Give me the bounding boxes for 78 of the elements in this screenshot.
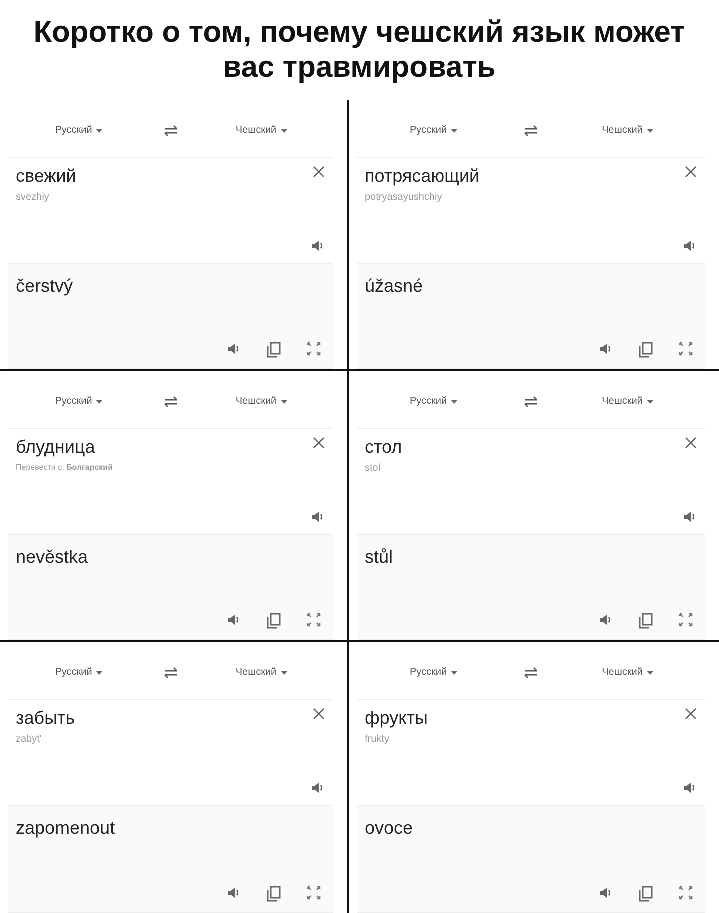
source-language-dropdown[interactable]: Русский xyxy=(53,394,106,409)
speaker-icon[interactable] xyxy=(683,781,697,795)
translation-text: úžasné xyxy=(365,276,424,297)
swap-icon[interactable] xyxy=(162,124,180,136)
target-language-dropdown[interactable]: Чешский xyxy=(600,123,656,138)
expand-icon[interactable] xyxy=(307,342,321,356)
copy-icon[interactable] xyxy=(639,886,653,902)
caret-icon xyxy=(96,400,104,404)
expand-icon[interactable] xyxy=(307,613,321,627)
source-language-dropdown[interactable]: Русский xyxy=(53,123,106,138)
expand-icon[interactable] xyxy=(679,613,693,627)
speaker-icon[interactable] xyxy=(683,239,697,253)
caret-icon xyxy=(451,400,458,404)
target-language-dropdown[interactable]: Чешский xyxy=(234,394,290,409)
source-language-dropdown[interactable]: Русский xyxy=(408,394,460,409)
close-icon[interactable] xyxy=(685,437,697,449)
expand-icon[interactable] xyxy=(679,342,693,356)
source-text: забыть xyxy=(16,708,76,729)
expand-icon[interactable] xyxy=(679,886,693,900)
target-language-dropdown[interactable]: Чешский xyxy=(600,665,656,680)
speaker-icon[interactable] xyxy=(311,510,325,524)
transliteration: potryasayushchiy xyxy=(365,192,444,203)
meme-title: Коротко о том, почему чешский язык может вас травмировать xyxy=(32,15,686,86)
copy-icon[interactable] xyxy=(639,342,653,358)
transliteration: stol xyxy=(365,463,382,474)
speaker-icon[interactable] xyxy=(599,342,613,356)
speaker-icon[interactable] xyxy=(683,510,697,524)
speaker-icon[interactable] xyxy=(311,239,325,253)
close-icon[interactable] xyxy=(685,708,697,720)
target-language-dropdown[interactable]: Чешский xyxy=(600,394,656,409)
close-icon[interactable] xyxy=(313,708,325,720)
source-text: потрясающий xyxy=(365,166,480,187)
copy-icon[interactable] xyxy=(639,613,653,629)
caret-icon xyxy=(451,128,458,132)
caret-icon xyxy=(646,670,654,674)
copy-icon[interactable] xyxy=(267,342,281,358)
caret-icon xyxy=(280,128,288,132)
speaker-icon[interactable] xyxy=(311,781,325,795)
source-text: фрукты xyxy=(365,708,428,729)
swap-icon[interactable] xyxy=(162,396,180,408)
expand-icon[interactable] xyxy=(307,886,321,900)
close-icon[interactable] xyxy=(313,166,325,178)
translation-text: nevěstka xyxy=(16,547,90,568)
swap-icon[interactable] xyxy=(522,124,540,136)
caret-icon xyxy=(646,400,654,404)
source-text: блудница xyxy=(16,437,96,458)
target-language-dropdown[interactable]: Чешский xyxy=(234,123,290,138)
close-icon[interactable] xyxy=(313,437,325,449)
source-text: свежий xyxy=(16,166,76,187)
translation-text: stůl xyxy=(365,547,394,568)
caret-icon xyxy=(96,128,104,132)
swap-icon[interactable] xyxy=(162,666,180,678)
source-language-dropdown[interactable]: Русский xyxy=(408,123,460,138)
copy-icon[interactable] xyxy=(267,613,281,629)
speaker-icon[interactable] xyxy=(227,342,241,356)
caret-icon xyxy=(280,670,288,674)
source-language-dropdown[interactable]: Русский xyxy=(53,665,106,680)
speaker-icon[interactable] xyxy=(227,613,241,627)
source-text: стол xyxy=(365,437,402,458)
speaker-icon[interactable] xyxy=(599,886,613,900)
transliteration: zabyt' xyxy=(16,734,43,745)
swap-icon[interactable] xyxy=(522,396,540,408)
caret-icon xyxy=(96,670,104,674)
translation-text: čerstvý xyxy=(16,276,74,297)
translation-text: zapomenout xyxy=(16,818,116,839)
speaker-icon[interactable] xyxy=(599,613,613,627)
caret-icon xyxy=(646,128,654,132)
transliteration: svezhiy xyxy=(16,192,50,203)
caret-icon xyxy=(280,400,288,404)
close-icon[interactable] xyxy=(685,166,697,178)
source-language-dropdown[interactable]: Русский xyxy=(408,665,460,680)
copy-icon[interactable] xyxy=(267,886,281,902)
speaker-icon[interactable] xyxy=(227,886,241,900)
swap-icon[interactable] xyxy=(522,666,540,678)
caret-icon xyxy=(451,670,458,674)
translation-text: ovoce xyxy=(365,818,414,839)
target-language-dropdown[interactable]: Чешский xyxy=(234,665,290,680)
transliteration: frukty xyxy=(365,734,390,745)
